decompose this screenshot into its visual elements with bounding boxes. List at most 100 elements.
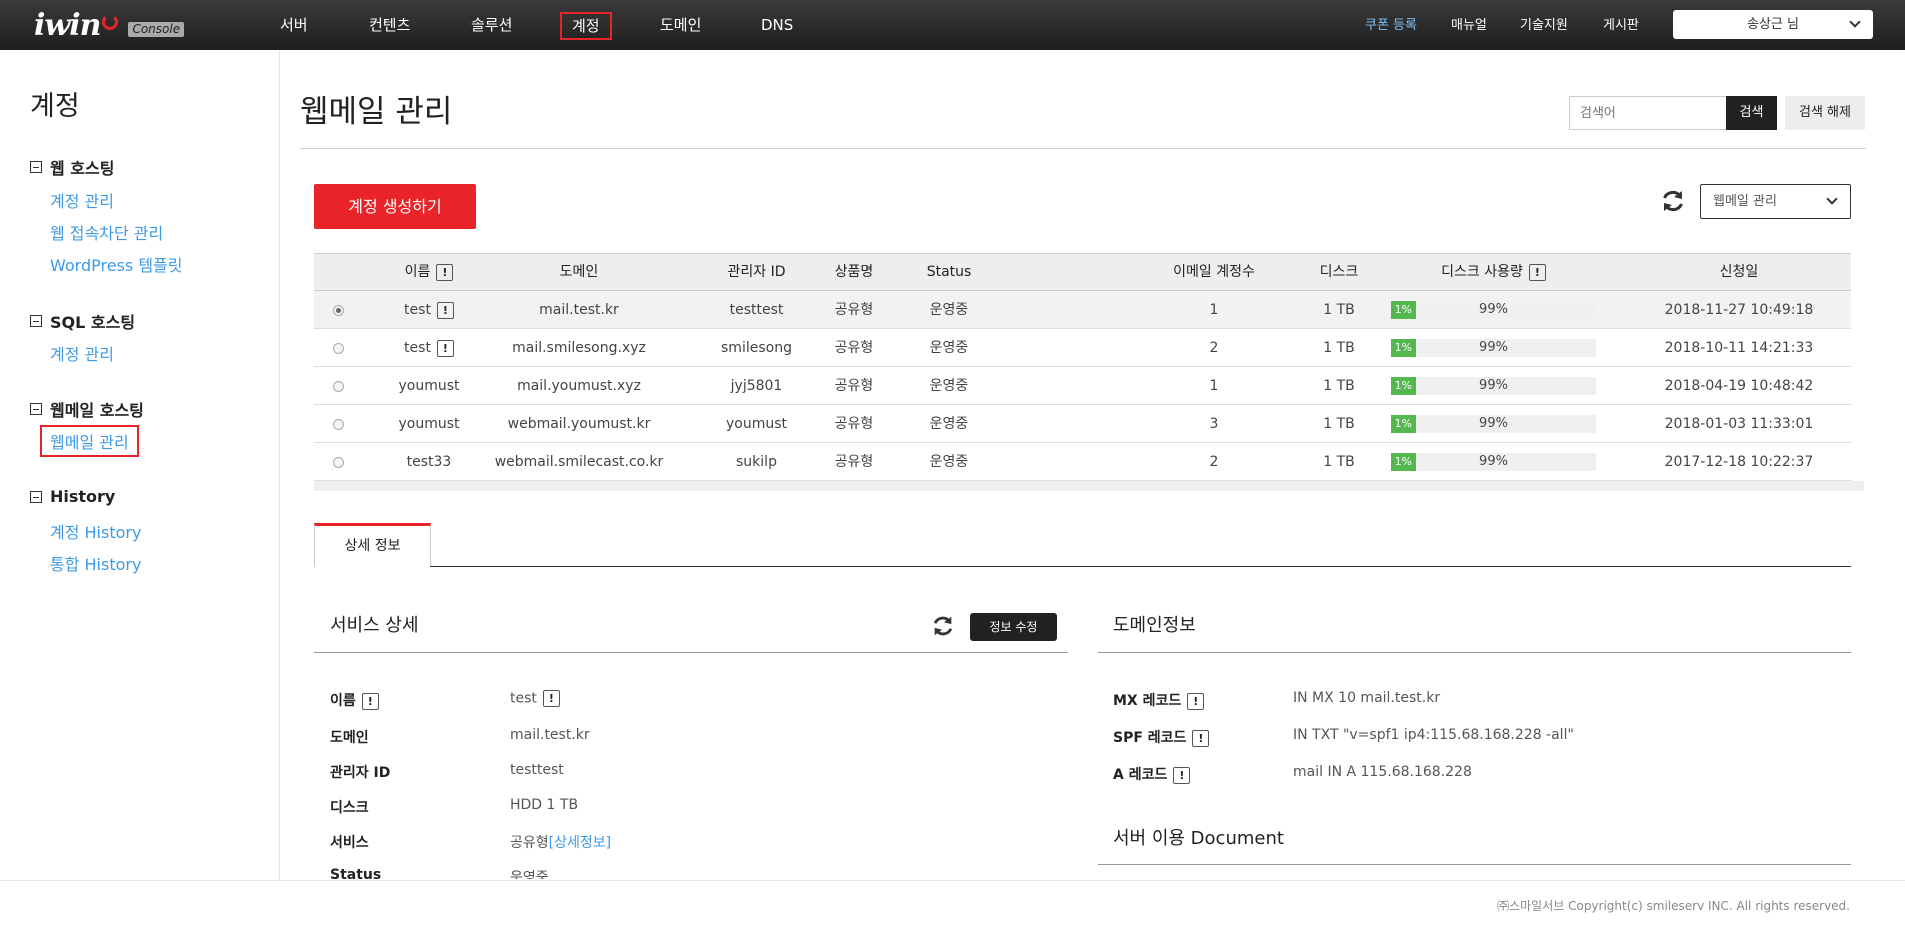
cell-name: youmust — [374, 405, 484, 443]
sidebar-item-account-history[interactable]: 계정 History — [50, 519, 141, 543]
search-reset-button[interactable]: 검색 해제 — [1785, 96, 1865, 130]
sidebar-item-account-manage[interactable]: 계정 관리 — [50, 188, 114, 212]
label-text: SPF 레코드 — [1113, 730, 1187, 746]
col-label: 이름 — [404, 264, 431, 280]
nav-solution[interactable]: 솔루션 — [461, 12, 522, 40]
cell-date: 2018-10-11 14:21:33 — [1634, 329, 1844, 367]
cell-email-count: 3 — [1144, 405, 1284, 443]
logo[interactable]: iwin Console — [34, 7, 185, 43]
user-dropdown[interactable]: 송상근 님 — [1673, 10, 1873, 39]
service-detail-link[interactable]: [상세정보] — [549, 835, 611, 851]
chevron-down-icon — [1849, 16, 1861, 28]
row-radio[interactable] — [333, 381, 344, 392]
manual-link[interactable]: 매뉴얼 — [1451, 14, 1487, 33]
info-icon[interactable]: ! — [436, 339, 454, 357]
nav-contents[interactable]: 컨텐츠 — [359, 12, 420, 40]
col-email-count[interactable]: 이메일 계정수 — [1144, 254, 1284, 290]
table-row[interactable]: test33 webmail.smilecast.co.kr sukilp 공유형 운영… — [314, 443, 1851, 481]
document-title: 서버 이용 Document — [1113, 828, 1284, 849]
webmail-table: 이름! 도메인 관리자 ID 상품명 Status 이메일 계정수 디스크 신청일 디… — [314, 253, 1864, 491]
create-account-button[interactable]: 계정 생성하기 — [314, 184, 476, 229]
cell-text: 1 — [1209, 378, 1219, 394]
row-radio[interactable] — [333, 343, 344, 354]
sidebar-group-webmail-hosting[interactable]: 웹메일 호스팅 — [30, 397, 144, 421]
nav-server[interactable]: 서버 — [270, 12, 318, 40]
sidebar-item-total-history[interactable]: 통합 History — [50, 551, 141, 575]
nav-dns[interactable]: DNS — [751, 12, 803, 40]
nav-domain[interactable]: 도메인 — [650, 12, 711, 40]
cell-date: 2018-01-03 11:33:01 — [1634, 405, 1844, 443]
sidebar-group-label: SQL 호스팅 — [50, 313, 136, 332]
sidebar-item-wordpress[interactable]: WordPress 템플릿 — [50, 252, 182, 276]
info-icon[interactable]: ! — [361, 692, 379, 710]
logo-text: iwin — [34, 7, 101, 43]
coupon-link[interactable]: 쿠폰 등록 — [1365, 14, 1417, 33]
top-bar: iwin Console 서버 컨텐츠 솔루션 계정 도메인 DNS 쿠폰 등록… — [0, 0, 1905, 50]
search-button[interactable]: 검색 — [1726, 96, 1777, 130]
col-domain[interactable]: 도메인 — [489, 254, 669, 290]
nav-account[interactable]: 계정 — [560, 12, 612, 40]
cell-admin-id: testtest — [684, 291, 829, 329]
cell-text: 운영중 — [929, 302, 969, 318]
col-status[interactable]: Status — [904, 254, 994, 290]
service-filter-select[interactable]: 웹메일 관리 — [1700, 184, 1851, 219]
row-radio[interactable] — [333, 457, 344, 468]
table-row[interactable]: test! mail.test.kr testtest 공유형 운영중 1 1 TB 2018… — [314, 291, 1851, 329]
col-disk[interactable]: 디스크 — [1304, 254, 1374, 290]
collapse-icon — [30, 315, 42, 327]
info-icon[interactable]: ! — [1173, 766, 1191, 784]
field-label-service: 서비스 — [330, 835, 369, 851]
cell-status: 운영중 — [904, 367, 994, 405]
label-text: MX 레코드 — [1113, 693, 1182, 709]
cell-text: 1 TB — [1323, 302, 1355, 318]
field-value-name: test! — [510, 690, 560, 707]
sidebar-group-sql-hosting[interactable]: SQL 호스팅 — [30, 309, 135, 333]
info-icon[interactable]: ! — [542, 690, 560, 707]
sidebar-group-history[interactable]: History — [30, 487, 115, 506]
field-label-domain: 도메인 — [330, 730, 369, 746]
disk-used-fill: 1% — [1391, 301, 1416, 319]
board-link[interactable]: 게시판 — [1603, 14, 1639, 33]
table-row[interactable]: test! mail.smilesong.xyz smilesong 공유형 운영중 2 1… — [314, 329, 1851, 367]
edit-info-button[interactable]: 정보 수정 — [970, 613, 1057, 641]
cell-name: test! — [374, 329, 484, 367]
search-input[interactable] — [1569, 96, 1727, 130]
field-label-mx: MX 레코드! — [1113, 690, 1205, 710]
cell-text: 2017-12-18 10:22:37 — [1664, 454, 1814, 470]
cell-status: 운영중 — [904, 405, 994, 443]
sidebar-item-web-block[interactable]: 웹 접속차단 관리 — [50, 220, 163, 244]
col-disk-usage[interactable]: 디스크 사용량! — [1391, 254, 1596, 290]
refresh-icon[interactable] — [931, 614, 955, 638]
info-icon[interactable]: ! — [1192, 729, 1210, 747]
info-icon[interactable]: ! — [436, 301, 454, 319]
refresh-icon[interactable] — [1660, 188, 1686, 214]
disk-usage-bar: 99% 1% — [1391, 453, 1596, 471]
info-icon[interactable]: ! — [1187, 692, 1205, 710]
col-label: 디스크 사용량 — [1441, 264, 1523, 280]
sidebar-title: 계정 — [30, 91, 80, 122]
cell-text: 운영중 — [929, 454, 969, 470]
sidebar-item-webmail-manage[interactable]: 웹메일 관리 — [40, 425, 139, 457]
support-link[interactable]: 기술지원 — [1520, 14, 1568, 33]
disk-usage-bar: 99% 1% — [1391, 301, 1596, 319]
info-icon[interactable]: ! — [1528, 263, 1546, 281]
cell-email-count: 2 — [1144, 443, 1284, 481]
col-name[interactable]: 이름! — [374, 254, 484, 290]
col-admin-id[interactable]: 관리자 ID — [684, 254, 829, 290]
table-scrollbar[interactable] — [314, 481, 1864, 491]
sidebar-item-sql-account[interactable]: 계정 관리 — [50, 341, 114, 365]
disk-usage-bar: 99% 1% — [1391, 377, 1596, 395]
sidebar-group-web-hosting[interactable]: 웹 호스팅 — [30, 155, 114, 179]
disk-free-percent: 99% — [1479, 378, 1508, 393]
tab-detail[interactable]: 상세 정보 — [314, 523, 431, 567]
col-date[interactable]: 신청일 — [1634, 254, 1844, 290]
col-product[interactable]: 상품명 — [814, 254, 894, 290]
row-radio[interactable] — [333, 419, 344, 430]
table-row[interactable]: youmust webmail.youmust.kr youmust 공유형 운영중 3 1… — [314, 405, 1851, 443]
row-radio[interactable] — [333, 305, 344, 316]
table-row[interactable]: youmust mail.youmust.xyz jyj5801 공유형 운영중 1 1 T… — [314, 367, 1851, 405]
cell-text: 1 TB — [1323, 416, 1355, 432]
cell-admin-id: smilesong — [684, 329, 829, 367]
cell-text: youmust — [725, 416, 788, 432]
info-icon[interactable]: ! — [436, 263, 454, 281]
